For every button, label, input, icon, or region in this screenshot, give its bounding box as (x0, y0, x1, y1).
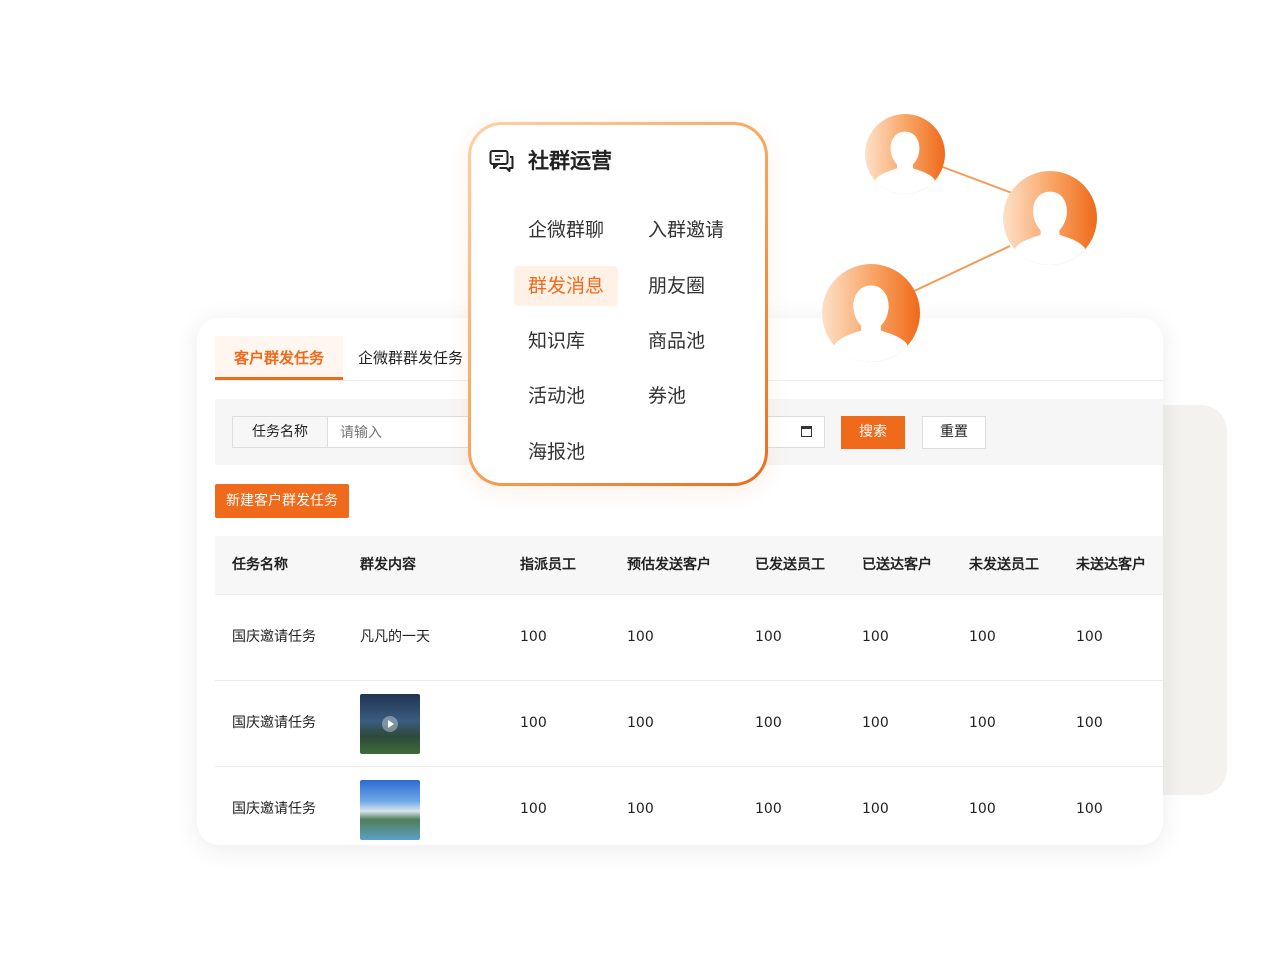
task-name-cell: 国庆邀请任务 (232, 629, 316, 645)
community-ops-menu: 社群运营 企微群聊 入群邀请 群发消息 朋友圈 知识库 商品池 活动池 券池 海… (468, 122, 768, 486)
menu-item-knowledge-base[interactable]: 知识库 (514, 321, 599, 361)
chat-bubbles-icon (489, 150, 514, 172)
menu-title: 社群运营 (528, 149, 612, 173)
user-avatar-icon (865, 114, 945, 194)
value-cell: 100 (520, 715, 547, 731)
column-header: 未发送员工 (969, 557, 1039, 573)
value-cell: 100 (755, 629, 782, 645)
column-header: 任务名称 (232, 557, 288, 573)
task-name-filter: 任务名称 (232, 416, 472, 448)
table-row[interactable]: 国庆邀请任务 100 100 100 100 100 100 (215, 767, 1163, 845)
menu-item-mass-message[interactable]: 群发消息 (514, 266, 619, 306)
value-cell: 100 (862, 629, 889, 645)
value-cell: 100 (627, 801, 654, 817)
play-icon (382, 716, 398, 732)
column-header: 已发送员工 (755, 557, 825, 573)
value-cell: 100 (755, 715, 782, 731)
menu-item-coupon-pool[interactable]: 券池 (634, 376, 700, 416)
value-cell: 100 (1076, 801, 1103, 817)
user-avatar-icon (822, 264, 920, 362)
image-thumbnail[interactable] (360, 780, 420, 840)
value-cell: 100 (862, 715, 889, 731)
video-thumbnail[interactable] (360, 694, 420, 754)
task-table: 任务名称 群发内容 指派员工 预估发送客户 已发送员工 已送达客户 未发送员工 … (215, 536, 1163, 845)
menu-item-wecom-group-chat[interactable]: 企微群聊 (514, 210, 618, 250)
tab-customer-mass-send[interactable]: 客户群发任务 (215, 336, 343, 380)
column-header: 群发内容 (360, 557, 416, 573)
reset-button[interactable]: 重置 (922, 416, 986, 449)
calendar-icon (801, 426, 812, 437)
value-cell: 100 (1076, 715, 1103, 731)
tab-wecom-group-mass-send[interactable]: 企微群群发任务 (358, 336, 478, 380)
value-cell: 100 (520, 629, 547, 645)
value-cell: 100 (627, 629, 654, 645)
value-cell: 100 (627, 715, 654, 731)
menu-item-moments[interactable]: 朋友圈 (634, 266, 719, 306)
content-text-cell: 凡凡的一天 (360, 629, 430, 645)
task-name-input[interactable] (328, 417, 471, 447)
menu-item-product-pool[interactable]: 商品池 (634, 321, 719, 361)
table-header: 任务名称 群发内容 指派员工 预估发送客户 已发送员工 已送达客户 未发送员工 … (215, 536, 1163, 595)
column-header: 指派员工 (520, 557, 576, 573)
column-header: 未送达客户 (1076, 557, 1146, 573)
table-row[interactable]: 国庆邀请任务 100 100 100 100 100 100 (215, 681, 1163, 767)
value-cell: 100 (969, 801, 996, 817)
column-header: 已送达客户 (862, 557, 932, 573)
menu-item-poster-pool[interactable]: 海报池 (514, 432, 599, 472)
menu-item-activity-pool[interactable]: 活动池 (514, 376, 599, 416)
menu-item-group-invite[interactable]: 入群邀请 (634, 210, 738, 250)
value-cell: 100 (755, 801, 782, 817)
task-name-label: 任务名称 (233, 417, 328, 447)
task-name-cell: 国庆邀请任务 (232, 801, 316, 817)
value-cell: 100 (969, 715, 996, 731)
value-cell: 100 (969, 629, 996, 645)
table-row[interactable]: 国庆邀请任务 凡凡的一天 100 100 100 100 100 100 (215, 595, 1163, 681)
user-avatar-icon (1003, 171, 1097, 265)
value-cell: 100 (520, 801, 547, 817)
new-task-button[interactable]: 新建客户群发任务 (215, 484, 349, 518)
value-cell: 100 (1076, 629, 1103, 645)
task-name-cell: 国庆邀请任务 (232, 715, 316, 731)
search-button[interactable]: 搜索 (841, 416, 905, 449)
column-header: 预估发送客户 (627, 557, 711, 573)
value-cell: 100 (862, 801, 889, 817)
